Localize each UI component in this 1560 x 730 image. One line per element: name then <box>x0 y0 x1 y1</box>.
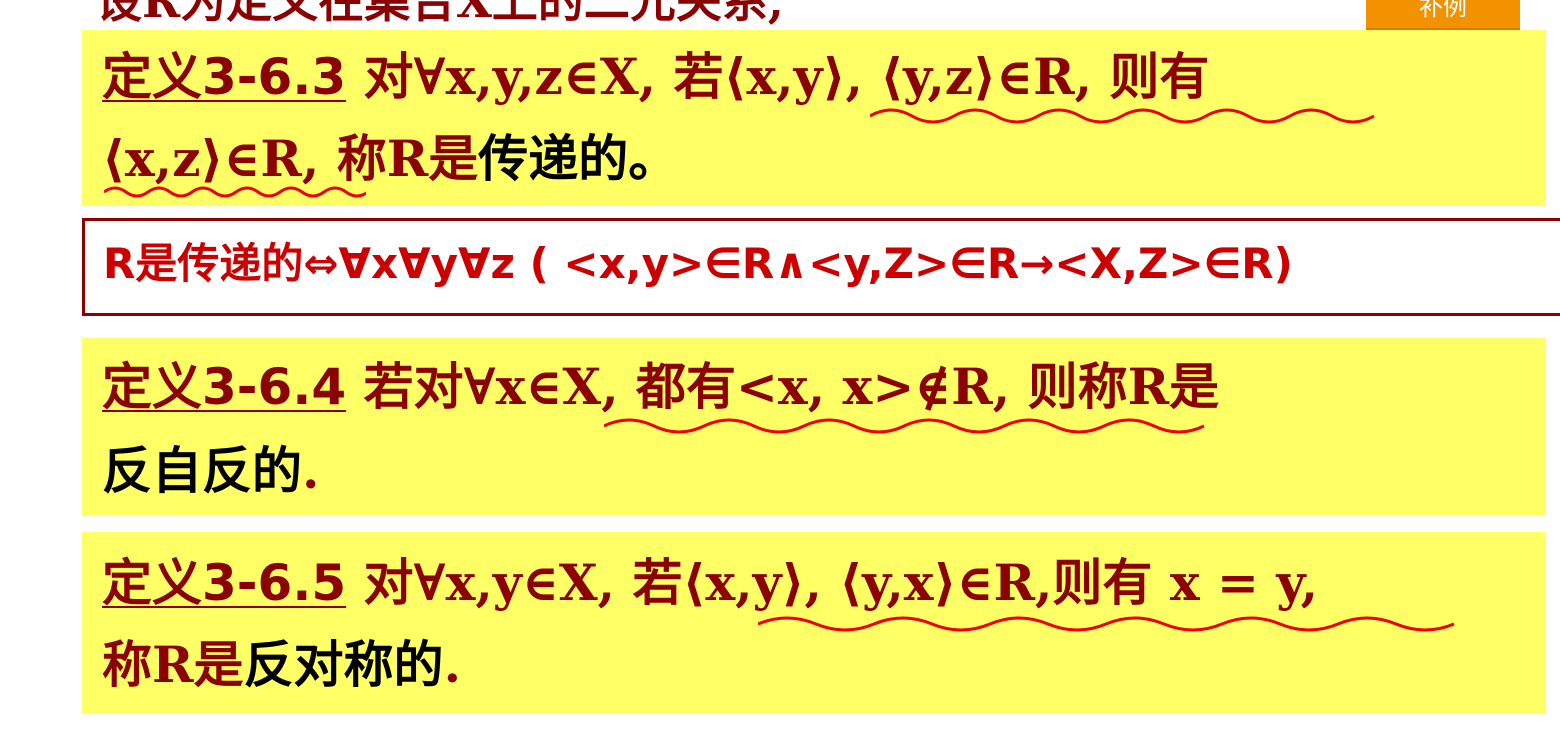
definition-label: 定义3-6.5 <box>102 554 347 612</box>
definition-end: . <box>443 635 461 694</box>
definition-body-text: 称R是 <box>319 129 479 188</box>
definition-transitive: 定义3-6.3 对∀x,y,z∈X, 若⟨x,y⟩, ⟨y,z⟩∈R, 则有 ⟨… <box>82 30 1546 206</box>
definition-label: 定义3-6.3 <box>102 48 347 106</box>
definition-body-text: 对∀x,y,z∈X, 若⟨x,y⟩, ⟨y,z⟩∈R, 则有 <box>346 47 1210 106</box>
definition-antisymmetric-line2: 称R是反对称的. <box>102 640 461 691</box>
definition-body-text: 称R是 <box>102 635 244 694</box>
definition-body-text: 若对∀x∈X, 都有<x, x>∉R, 则称R是 <box>346 357 1220 416</box>
example-button[interactable]: 补例 <box>1366 0 1520 30</box>
transitive-formula-box: R是传递的⇔∀x∀y∀z ( <x,y>∈R∧<y,Z>∈R→<X,Z>∈R) <box>82 218 1560 316</box>
transitive-formula: R是传递的⇔∀x∀y∀z ( <x,y>∈R∧<y,Z>∈R→<X,Z>∈R) <box>103 239 1293 288</box>
definition-irreflexive: 定义3-6.4 若对∀x∈X, 都有<x, x>∉R, 则称R是 反自反的. <box>82 338 1546 516</box>
definition-term: 传递的。 <box>478 130 679 188</box>
definition-transitive-line2: ⟨x,z⟩∈R, 称R是传递的。 <box>102 134 678 185</box>
definition-transitive-line1: 定义3-6.3 对∀x,y,z∈X, 若⟨x,y⟩, ⟨y,z⟩∈R, 则有 <box>102 52 1209 103</box>
definition-term: 反对称的 <box>243 636 444 694</box>
context-line: 设R为定义在集合X上的二元关系, <box>96 0 784 28</box>
definition-antisymmetric: 定义3-6.5 对∀x,y∈X, 若⟨x,y⟩, ⟨y,x⟩∈R,则有 x = … <box>82 532 1546 714</box>
definition-end: . <box>302 441 320 500</box>
definition-term: 反自反的 <box>102 442 302 500</box>
definition-irreflexive-line2: 反自反的. <box>102 446 319 497</box>
definition-irreflexive-line1: 定义3-6.4 若对∀x∈X, 都有<x, x>∉R, 则称R是 <box>102 362 1219 413</box>
definition-antisymmetric-line1: 定义3-6.5 对∀x,y∈X, 若⟨x,y⟩, ⟨y,x⟩∈R,则有 x = … <box>102 558 1318 609</box>
definition-body-text: 对∀x,y∈X, 若⟨x,y⟩, ⟨y,x⟩∈R,则有 x = y, <box>346 553 1319 612</box>
definition-math-text: ⟨x,z⟩∈R, <box>102 129 320 188</box>
definition-label: 定义3-6.4 <box>102 358 347 416</box>
